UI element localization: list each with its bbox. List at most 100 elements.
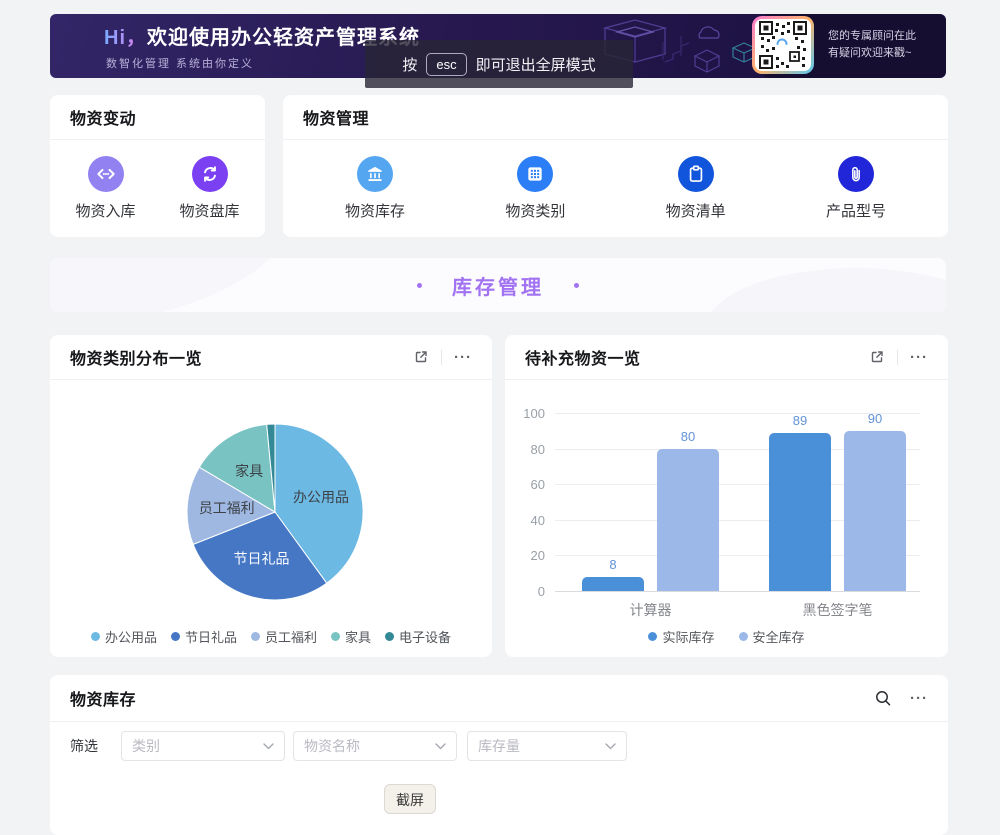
bar-card-title: 待补充物资一览	[525, 345, 641, 369]
more-options-icon[interactable]: ···	[454, 350, 472, 365]
section-banner-inventory: 库存管理	[50, 258, 946, 312]
legend-label: 办公用品	[105, 627, 157, 646]
legend-item-家具[interactable]: 家具	[331, 627, 371, 646]
legend-label: 安全库存	[753, 627, 805, 646]
banner-subtitle: 数智化管理 系统由你定义	[106, 55, 254, 71]
legend-label: 节日礼品	[185, 627, 237, 646]
legend-dot	[91, 632, 100, 641]
card-title: 物资变动	[70, 105, 136, 129]
inventory-card-title: 物资库存	[70, 686, 136, 710]
pie-label: 家具	[235, 463, 263, 479]
card-material-change-header: 物资变动	[50, 95, 265, 140]
card-material-inventory: 物资库存 ··· 筛选 类别物资名称 库存量	[50, 675, 948, 835]
screenshot-button[interactable]: 截屏	[384, 784, 436, 814]
bar-安全库存-计算器	[657, 449, 719, 591]
filter-select-物资名称[interactable]: 物资名称	[293, 731, 457, 761]
pie-label: 办公用品	[293, 489, 349, 505]
bar-group-黑色签字笔: 89 90	[769, 413, 906, 591]
filter-row: 筛选 类别物资名称 库存量	[70, 731, 627, 761]
external-link-icon[interactable]	[869, 349, 885, 365]
shortcut-物资盘库[interactable]: 物资盘库	[178, 156, 242, 221]
shortcut-产品型号[interactable]: 产品型号	[824, 156, 888, 221]
category-label: 计算器	[582, 600, 719, 620]
legend-item-节日礼品[interactable]: 节日礼品	[171, 627, 237, 646]
pie-label: 节日礼品	[234, 551, 290, 567]
legend-label: 家具	[345, 627, 371, 646]
legend-dot	[251, 632, 260, 641]
shortcut-物资入库[interactable]: 物资入库	[74, 156, 138, 221]
filter-selects: 类别物资名称 库存量	[121, 731, 627, 761]
shortcut-物资类别[interactable]: 物资类别	[503, 156, 567, 221]
bar-value-label: 89	[769, 413, 831, 428]
shortcut-row: 物资入库 物资盘库	[50, 140, 265, 237]
banner-greeting-highlight: Hi，	[104, 27, 147, 49]
header-divider	[441, 350, 442, 365]
more-options-icon[interactable]: ···	[910, 691, 928, 706]
qr-caption-line2: 有疑问欢迎来戳~	[828, 45, 916, 62]
legend-item-电子设备[interactable]: 电子设备	[385, 627, 451, 646]
qr-caption-line1: 您的专属顾问在此	[828, 28, 916, 45]
clipboard-icon	[678, 156, 714, 192]
category-label: 黑色签字笔	[769, 600, 906, 620]
bar-value-label: 90	[844, 411, 906, 426]
card-title: 物资管理	[303, 105, 369, 129]
bar-value-label: 80	[657, 429, 719, 444]
y-axis-tick: 20	[505, 548, 545, 563]
filter-select-类别[interactable]: 类别	[121, 731, 285, 761]
shortcut-row: 物资库存物资类别 物资清单 产品型号	[283, 140, 948, 237]
shortcut-label: 物资清单	[666, 200, 726, 221]
legend-dot	[385, 632, 394, 641]
legend-dot	[171, 632, 180, 641]
chevron-down-icon	[435, 743, 446, 750]
legend-item-安全库存[interactable]: 安全库存	[739, 627, 805, 646]
y-axis-tick: 100	[505, 406, 545, 421]
bar-实际库存-计算器	[582, 577, 644, 591]
screenshot-button-label: 截屏	[396, 790, 424, 810]
shortcut-物资库存[interactable]: 物资库存	[343, 156, 407, 221]
card-material-management: 物资管理 物资库存物资类别 物资清单 产品型号	[283, 95, 948, 237]
section-dot-right	[574, 283, 579, 288]
legend-item-实际库存[interactable]: 实际库存	[648, 627, 714, 646]
more-options-icon[interactable]: ···	[910, 350, 928, 365]
chevron-down-icon	[263, 743, 274, 750]
shortcut-label: 物资类别	[505, 200, 565, 221]
transfer-icon	[88, 156, 124, 192]
search-icon[interactable]	[874, 689, 892, 707]
select-placeholder: 库存量	[478, 736, 520, 756]
shortcut-label: 产品型号	[826, 200, 886, 221]
grid-icon	[517, 156, 553, 192]
filter-label: 筛选	[70, 736, 98, 756]
qr-caption: 您的专属顾问在此 有疑问欢迎来戳~	[828, 28, 916, 62]
legend-item-办公用品[interactable]: 办公用品	[91, 627, 157, 646]
pie-label: 员工福利	[199, 500, 255, 516]
bar-安全库存-黑色签字笔	[844, 431, 906, 591]
card-material-change: 物资变动 物资入库 物资盘库	[50, 95, 265, 237]
pie-chart-body: 办公用品节日礼品员工福利家具 办公用品节日礼品员工福利家具电子设备	[50, 380, 492, 657]
legend-item-员工福利[interactable]: 员工福利	[251, 627, 317, 646]
qr-consultant-panel: 您的专属顾问在此 有疑问欢迎来戳~	[762, 14, 946, 78]
section-title: 库存管理	[452, 271, 544, 300]
external-link-icon[interactable]	[413, 349, 429, 365]
legend-label: 实际库存	[662, 627, 714, 646]
header-divider	[897, 350, 898, 365]
y-axis-tick: 0	[505, 584, 545, 599]
filter-select-库存量[interactable]: 库存量	[467, 731, 627, 761]
bar-实际库存-黑色签字笔	[769, 433, 831, 591]
shortcut-label: 物资入库	[75, 200, 135, 221]
legend-label: 员工福利	[265, 627, 317, 646]
esc-key: esc	[426, 53, 466, 76]
qr-code	[752, 16, 814, 74]
legend-label: 电子设备	[399, 627, 451, 646]
shortcut-物资清单[interactable]: 物资清单	[664, 156, 728, 221]
y-axis-tick: 40	[505, 513, 545, 528]
bar-legend: 实际库存 安全库存	[505, 627, 948, 646]
bar-card-header: 待补充物资一览 ···	[505, 335, 948, 380]
esc-tip-prefix: 按	[402, 54, 417, 75]
pie-card-title: 物资类别分布一览	[70, 345, 202, 369]
paperclip-icon	[838, 156, 874, 192]
select-placeholder: 物资名称	[304, 736, 360, 756]
pie-legend: 办公用品 节日礼品 员工福利 家具 电子设备	[50, 627, 492, 646]
chevron-down-icon	[605, 743, 616, 750]
bar-group-计算器: 880	[582, 413, 719, 591]
legend-dot	[648, 632, 657, 641]
